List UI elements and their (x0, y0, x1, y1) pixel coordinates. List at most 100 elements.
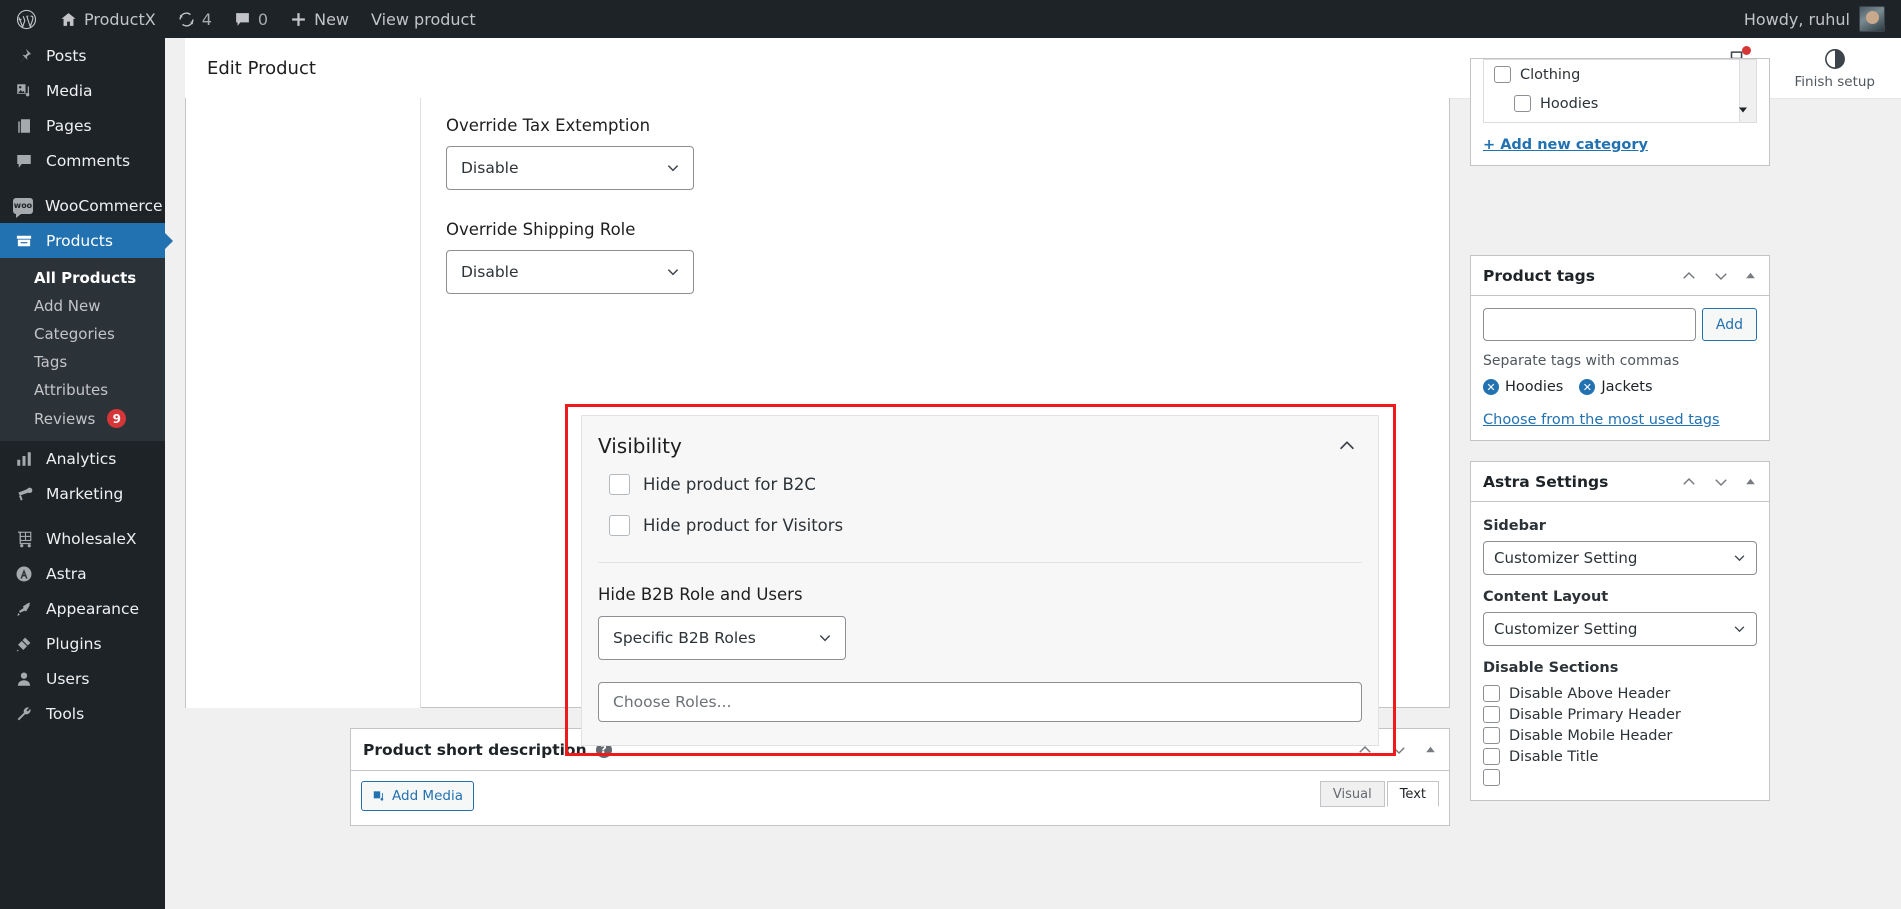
page-title: Edit Product (207, 57, 316, 79)
user-icon (13, 670, 34, 688)
add-tag-button[interactable]: Add (1701, 308, 1757, 341)
submenu-item-add-new[interactable]: Add New (0, 292, 165, 320)
choose-roles-input[interactable]: Choose Roles... (598, 682, 1362, 722)
products-submenu: All Products Add New Categories Tags Att… (0, 258, 165, 441)
chevron-up-icon[interactable] (1336, 435, 1358, 457)
tag-chip-list: ✕ Hoodies ✕ Jackets (1483, 379, 1757, 395)
disable-above-header-checkbox[interactable] (1483, 685, 1500, 702)
override-shipping-role-select[interactable]: Disable (446, 250, 694, 294)
product-tags-title: Product tags (1483, 266, 1595, 285)
circle-x-icon[interactable]: ✕ (1483, 379, 1499, 395)
wordpress-logo-icon (16, 9, 37, 30)
chevron-up-icon[interactable] (1680, 473, 1698, 491)
disable-mobile-header-checkbox[interactable] (1483, 727, 1500, 744)
role-mode-select[interactable]: Specific B2B Roles (598, 616, 846, 660)
sidebar-item-tools[interactable]: Tools (0, 696, 165, 731)
sidebar-item-label: Marketing (46, 484, 124, 503)
half-circle-icon (1824, 48, 1846, 70)
site-name-menu[interactable]: ProductX (49, 0, 167, 38)
add-new-category-link[interactable]: + Add new category (1483, 137, 1648, 153)
category-item-clothing[interactable]: Clothing (1484, 60, 1756, 89)
most-used-tags-link[interactable]: Choose from the most used tags (1483, 412, 1720, 428)
wordpress-logo-button[interactable] (0, 0, 49, 38)
finish-setup-button[interactable]: Finish setup (1795, 48, 1875, 98)
disable-extra-checkbox[interactable] (1483, 769, 1500, 786)
triangle-up-icon[interactable] (1744, 269, 1757, 282)
hide-product-visitors-checkbox[interactable] (609, 515, 630, 536)
override-tax-exemption-value: Disable (461, 159, 519, 177)
updates-icon (178, 11, 195, 28)
astra-content-layout-select[interactable]: Customizer Setting (1483, 612, 1757, 646)
category-item-hoodies[interactable]: Hoodies (1484, 89, 1756, 118)
disable-extra-row[interactable] (1483, 767, 1757, 788)
category-checkbox[interactable] (1494, 66, 1511, 83)
sidebar-item-label: Tools (46, 704, 85, 723)
submenu-item-attributes[interactable]: Attributes (0, 376, 165, 404)
triangle-down-icon[interactable] (1737, 104, 1749, 116)
category-checkbox[interactable] (1514, 95, 1531, 112)
plus-icon (290, 11, 307, 28)
account-menu[interactable]: Howdy, ruhul (1744, 6, 1901, 32)
updates-menu[interactable]: 4 (167, 0, 223, 38)
sidebar-item-marketing[interactable]: Marketing (0, 476, 165, 511)
astra-sidebar-select[interactable]: Customizer Setting (1483, 541, 1757, 575)
metabox-order-controls (1680, 267, 1757, 285)
submenu-item-tags[interactable]: Tags (0, 348, 165, 376)
admin-bar: ProductX 4 0 New View product Howdy, ruh… (0, 0, 1901, 38)
triangle-up-icon[interactable] (1744, 475, 1757, 488)
triangle-up-icon[interactable] (1424, 743, 1437, 756)
override-tax-exemption-select[interactable]: Disable (446, 146, 694, 190)
submenu-item-label: Tags (34, 353, 68, 371)
hide-product-visitors-row[interactable]: Hide product for Visitors (582, 505, 1378, 546)
chevron-down-icon[interactable] (1390, 741, 1408, 759)
sidebar-item-users[interactable]: Users (0, 661, 165, 696)
add-media-button[interactable]: Add Media (361, 781, 474, 811)
visibility-title: Visibility (598, 434, 682, 458)
sidebar-item-appearance[interactable]: Appearance (0, 591, 165, 626)
hide-product-b2c-checkbox[interactable] (609, 474, 630, 495)
category-list[interactable]: Clothing Hoodies (1483, 59, 1757, 123)
disable-primary-header-row[interactable]: Disable Primary Header (1483, 704, 1757, 725)
submenu-item-categories[interactable]: Categories (0, 320, 165, 348)
submenu-item-reviews[interactable]: Reviews 9 (0, 404, 165, 433)
sidebar-item-media[interactable]: Media (0, 73, 165, 108)
tab-visual[interactable]: Visual (1319, 781, 1385, 807)
sidebar-item-plugins[interactable]: Plugins (0, 626, 165, 661)
sidebar-item-posts[interactable]: Posts (0, 38, 165, 73)
circle-x-icon[interactable]: ✕ (1579, 379, 1596, 395)
sidebar-item-analytics[interactable]: Analytics (0, 441, 165, 476)
chevron-down-icon[interactable] (1712, 473, 1730, 491)
sidebar-item-pages[interactable]: Pages (0, 108, 165, 143)
chevron-down-icon[interactable] (1712, 267, 1730, 285)
chevron-down-icon (1732, 551, 1747, 566)
sidebar-item-products[interactable]: Products (0, 223, 165, 258)
hide-product-b2c-row[interactable]: Hide product for B2C (582, 464, 1378, 505)
avatar (1859, 6, 1885, 32)
sidebar-item-comments[interactable]: Comments (0, 143, 165, 178)
sidebar-item-astra[interactable]: Astra (0, 556, 165, 591)
new-label: New (314, 9, 349, 29)
new-content-menu[interactable]: New (279, 0, 360, 38)
chevron-up-icon[interactable] (1680, 267, 1698, 285)
choose-roles-placeholder: Choose Roles... (613, 693, 732, 711)
pin-icon (13, 47, 34, 65)
short-description-body: Add Media Visual Text (351, 771, 1449, 825)
sidebar-item-wholesalex[interactable]: WholesaleX (0, 521, 165, 556)
sidebar-item-label: Astra (46, 564, 87, 583)
product-tags-body: Add Separate tags with commas ✕ Hoodies … (1471, 296, 1769, 440)
comments-icon (13, 152, 34, 170)
submenu-item-all-products[interactable]: All Products (0, 264, 165, 292)
comments-menu[interactable]: 0 (223, 0, 279, 38)
tag-input[interactable] (1483, 308, 1696, 341)
override-shipping-role-label: Override Shipping Role (446, 220, 636, 239)
disable-title-row[interactable]: Disable Title (1483, 746, 1757, 767)
products-icon (13, 232, 34, 250)
disable-above-header-row[interactable]: Disable Above Header (1483, 683, 1757, 704)
disable-primary-header-checkbox[interactable] (1483, 706, 1500, 723)
view-product-link[interactable]: View product (360, 0, 487, 38)
tab-text[interactable]: Text (1386, 781, 1439, 807)
disable-title-checkbox[interactable] (1483, 748, 1500, 765)
disable-mobile-header-row[interactable]: Disable Mobile Header (1483, 725, 1757, 746)
tag-chip-label: Hoodies (1505, 379, 1564, 395)
sidebar-item-woocommerce[interactable]: woo WooCommerce (0, 188, 165, 223)
